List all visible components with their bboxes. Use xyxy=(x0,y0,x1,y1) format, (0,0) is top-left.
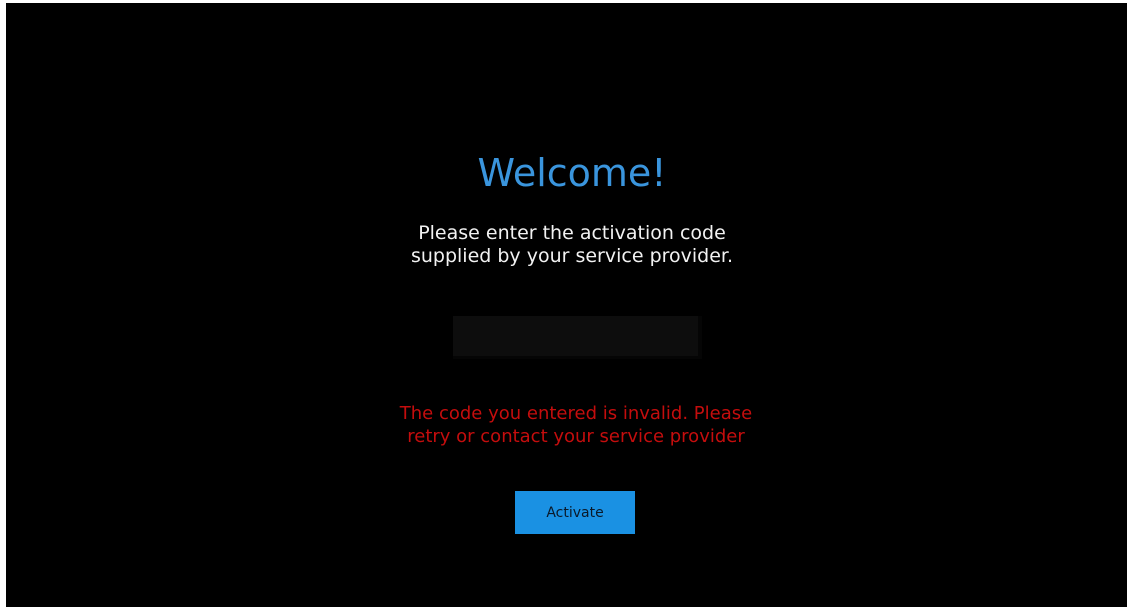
activation-code-input[interactable] xyxy=(453,316,702,359)
activation-instructions: Please enter the activation code supplie… xyxy=(6,222,1128,268)
welcome-title: Welcome! xyxy=(477,151,667,195)
activate-button[interactable]: Activate xyxy=(515,491,635,534)
instruction-line-1: Please enter the activation code xyxy=(418,222,726,244)
error-message: The code you entered is invalid. Please … xyxy=(6,402,1128,448)
error-line-1: The code you entered is invalid. Please xyxy=(399,403,753,424)
activation-screen: Welcome! Please enter the activation cod… xyxy=(6,3,1127,607)
instruction-line-2: supplied by your service provider. xyxy=(410,245,734,267)
error-line-2: retry or contact your service provider xyxy=(407,426,745,447)
